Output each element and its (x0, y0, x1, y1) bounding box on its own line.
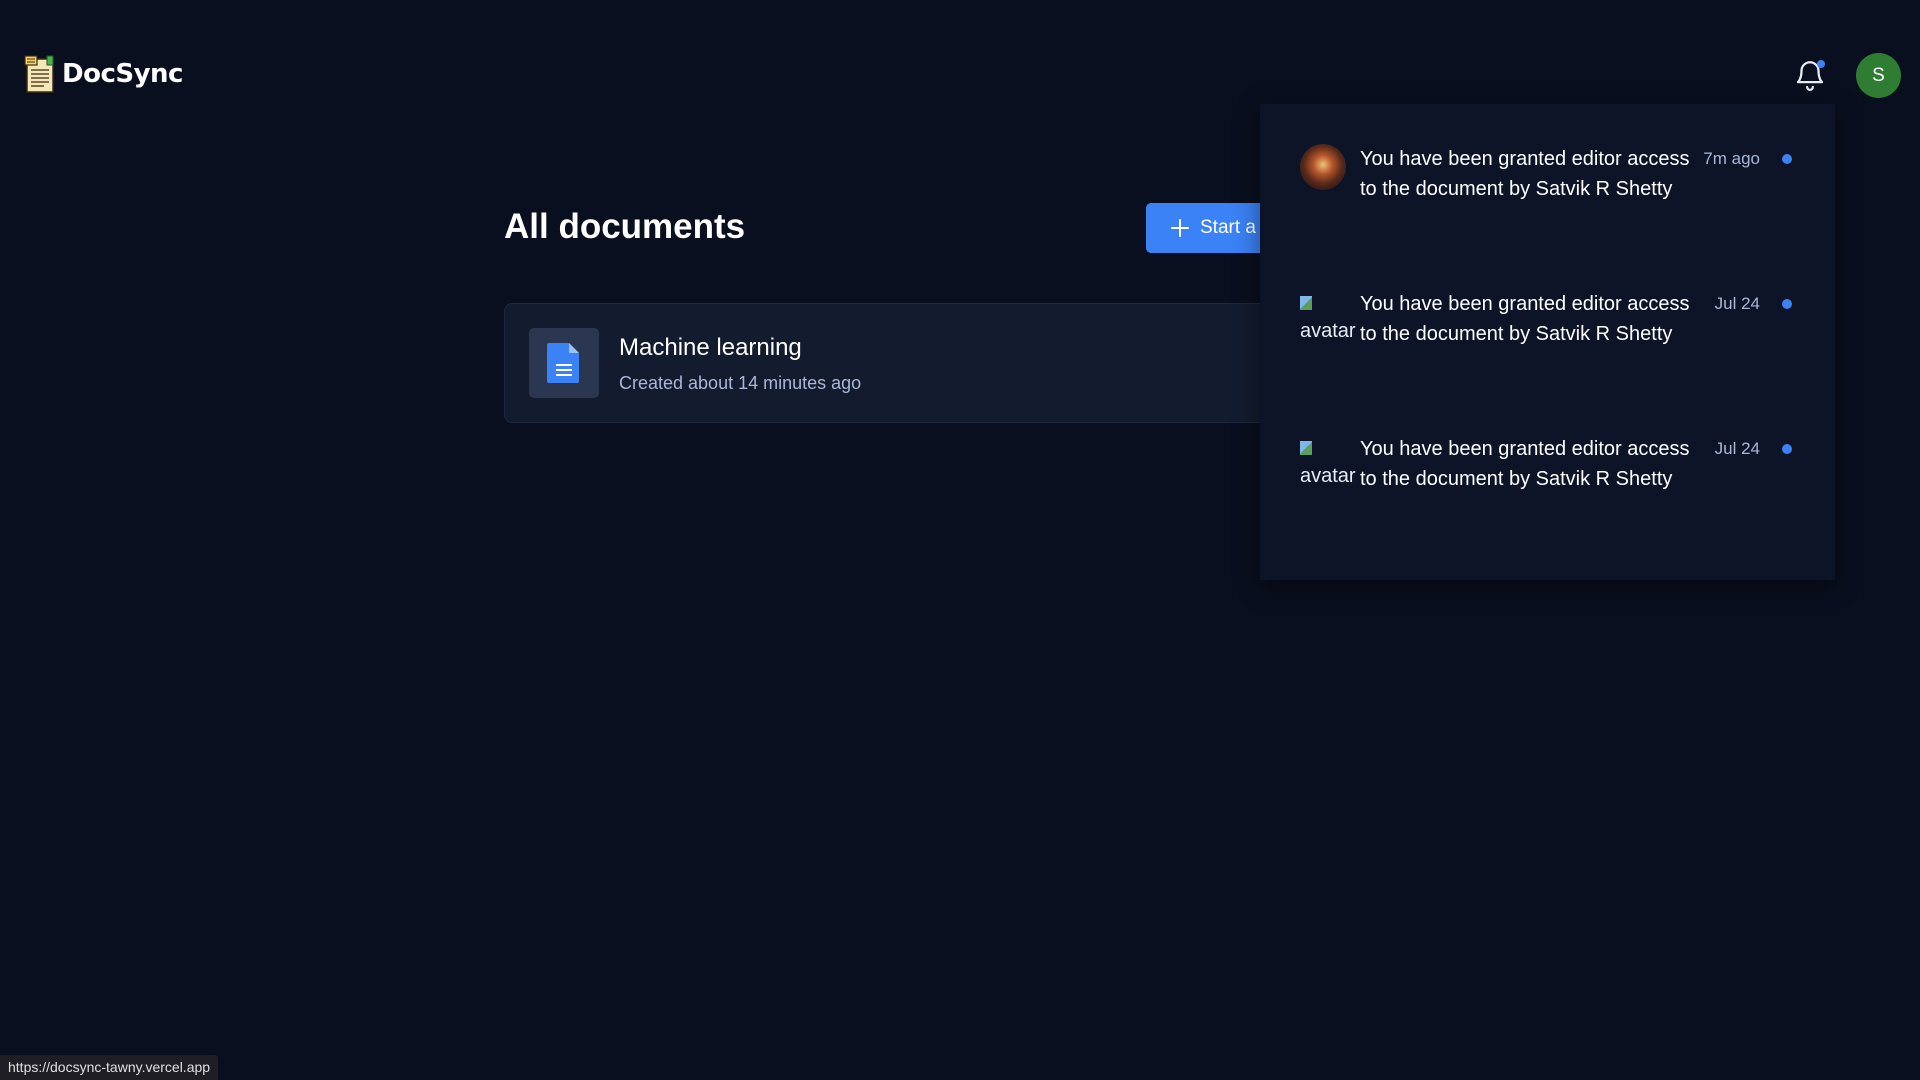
unread-dot (1782, 444, 1792, 454)
app-logo[interactable]: DocSync (24, 54, 183, 94)
user-initial: S (1872, 64, 1885, 86)
unread-dot (1782, 299, 1792, 309)
app-name: DocSync (62, 59, 183, 89)
unread-dot (1782, 154, 1792, 164)
notification-text: You have been granted editor access to t… (1360, 293, 1690, 345)
document-file-icon (547, 343, 579, 383)
avatar-alt-text: avatar (1300, 320, 1356, 342)
link-status-bar: https://docsync-tawny.vercel.app (0, 1055, 219, 1080)
notification-time: Jul 24 (1714, 294, 1760, 313)
unread-indicator-dot (1817, 60, 1825, 68)
notification-time: Jul 24 (1714, 439, 1760, 458)
sender-avatar-broken-image: avatar (1300, 289, 1356, 345)
page-title: All documents (504, 207, 746, 246)
notification-text: You have been granted editor access to t… (1360, 438, 1690, 490)
sender-avatar-broken-image: avatar (1300, 434, 1356, 490)
document-logo-icon (24, 55, 54, 93)
app-root: DocSync S All documents Start a Machine … (0, 0, 1920, 1080)
notifications-popover: You have been granted editor access to t… (1260, 104, 1835, 580)
start-button-label: Start a (1200, 217, 1256, 238)
document-title: Machine learning (619, 334, 802, 361)
notification-text: You have been granted editor access to t… (1360, 148, 1690, 200)
notification-time: 7m ago (1703, 149, 1760, 168)
broken-image-icon (1300, 296, 1312, 310)
document-card[interactable]: Machine learning Created about 14 minute… (504, 303, 1374, 423)
user-avatar[interactable]: S (1856, 53, 1901, 98)
broken-image-icon (1300, 441, 1312, 455)
document-icon-container (529, 328, 599, 398)
avatar-alt-text: avatar (1300, 465, 1356, 487)
sender-avatar (1300, 144, 1346, 190)
document-created-time: Created about 14 minutes ago (619, 373, 862, 393)
plus-icon (1171, 219, 1189, 237)
